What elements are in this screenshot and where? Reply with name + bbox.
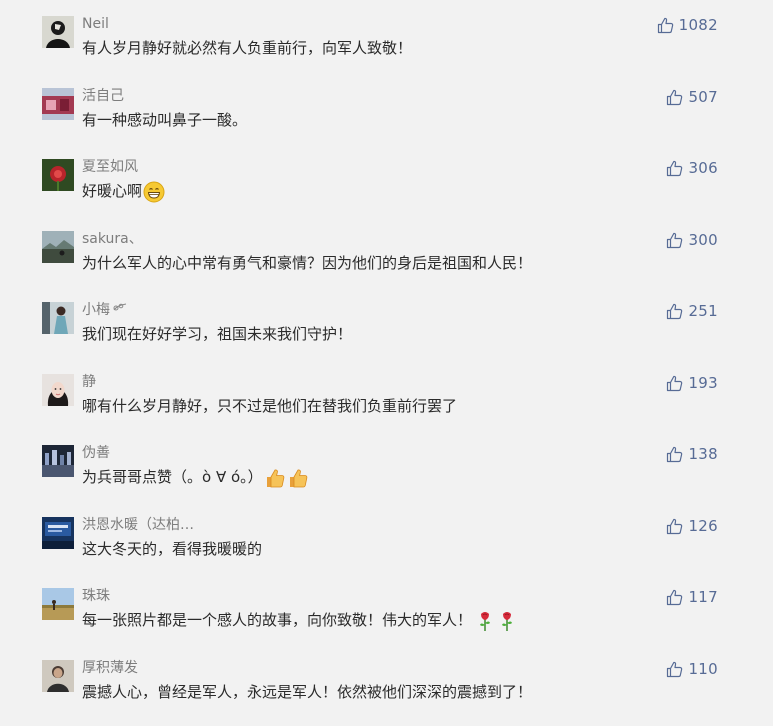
comment-text: 这大冬天的，看得我暖暖的 bbox=[82, 538, 262, 560]
comment-item: 静 哪有什么岁月静好，只不过是他们在替我们负重前行罢了 193 bbox=[0, 368, 773, 440]
like-count: 507 bbox=[688, 88, 718, 106]
comment-text-body: 有一种感动叫鼻子一酸。 bbox=[82, 111, 248, 129]
like-count: 251 bbox=[688, 302, 718, 320]
comment-item: 珠珠 每一张照片都是一个感人的故事，向你致敬！伟大的军人！ 117 bbox=[0, 582, 773, 654]
avatar[interactable] bbox=[42, 231, 74, 263]
comment-text-body: 有人岁月静好就必然有人负重前行，向军人致敬！ bbox=[82, 39, 413, 57]
avatar[interactable] bbox=[42, 302, 74, 334]
comment-text: 哪有什么岁月静好，只不过是他们在替我们负重前行罢了 bbox=[82, 395, 457, 417]
comment-item: 活自己 有一种感动叫鼻子一酸。 507 bbox=[0, 82, 773, 154]
thumbs-up-icon bbox=[666, 589, 683, 606]
comment-text: 每一张照片都是一个感人的故事，向你致敬！伟大的军人！ bbox=[82, 609, 516, 632]
comment-item: Neil 有人岁月静好就必然有人负重前行，向军人致敬！ 1082 bbox=[0, 10, 773, 82]
nickname[interactable]: 厚积薄发 bbox=[82, 659, 138, 677]
avatar[interactable] bbox=[42, 517, 74, 549]
avatar[interactable] bbox=[42, 88, 74, 120]
comment-text-body: 震撼人心，曾经是军人，永远是军人！依然被他们深深的震撼到了！ bbox=[82, 683, 533, 701]
avatar[interactable] bbox=[42, 16, 74, 48]
comment-text-body: 好暖心啊 bbox=[82, 182, 143, 200]
comment-text-body: 这大冬天的，看得我暖暖的 bbox=[82, 540, 263, 558]
thumbs-up-icon bbox=[666, 232, 683, 249]
like-count: 306 bbox=[688, 159, 718, 177]
comment-item: sakura、 为什么军人的心中常有勇气和豪情？因为他们的身后是祖国和人民！ 3… bbox=[0, 225, 773, 297]
rose-emoji-icon bbox=[498, 610, 516, 632]
comment-item: 厚积薄发 震撼人心，曾经是军人，永远是军人！依然被他们深深的震撼到了！ 110 bbox=[0, 654, 773, 726]
comment-text: 有人岁月静好就必然有人负重前行，向军人致敬！ bbox=[82, 37, 412, 59]
like-count: 300 bbox=[688, 231, 718, 249]
thumbs-up-icon bbox=[666, 518, 683, 535]
avatar[interactable] bbox=[42, 374, 74, 406]
like-button[interactable]: 300 bbox=[666, 230, 718, 250]
like-count: 110 bbox=[688, 660, 718, 678]
like-button[interactable]: 126 bbox=[666, 516, 718, 536]
thumbs-up-icon bbox=[666, 303, 683, 320]
like-button[interactable]: 193 bbox=[666, 373, 718, 393]
like-count: 193 bbox=[688, 374, 718, 392]
thumbs-up-icon bbox=[666, 375, 683, 392]
comment-text-body: 为什么军人的心中常有勇气和豪情？因为他们的身后是祖国和人民！ bbox=[82, 254, 533, 272]
nickname[interactable]: 夏至如风 bbox=[82, 158, 138, 176]
comment-text-body: 哪有什么岁月静好，只不过是他们在替我们负重前行罢了 bbox=[82, 397, 458, 415]
like-button[interactable]: 110 bbox=[666, 659, 718, 679]
comment-text: 有一种感动叫鼻子一酸。 bbox=[82, 109, 247, 131]
avatar[interactable] bbox=[42, 159, 74, 191]
like-button[interactable]: 306 bbox=[666, 158, 718, 178]
avatar[interactable] bbox=[42, 660, 74, 692]
thumbs-up-emoji-icon bbox=[264, 467, 286, 489]
comment-text: 震撼人心，曾经是军人，永远是军人！依然被他们深深的震撼到了！ bbox=[82, 681, 532, 703]
comment-text-body: 为兵哥哥点赞（。ò ∀ ó。） bbox=[82, 468, 263, 486]
avatar[interactable] bbox=[42, 588, 74, 620]
comment-text: 为什么军人的心中常有勇气和豪情？因为他们的身后是祖国和人民！ bbox=[82, 252, 532, 274]
thumbs-up-icon bbox=[657, 17, 674, 34]
comment-text: 为兵哥哥点赞（。ò ∀ ó。） bbox=[82, 466, 309, 489]
thumbs-up-icon bbox=[666, 160, 683, 177]
nickname-text: 小梅 bbox=[82, 302, 110, 318]
nickname[interactable]: sakura、 bbox=[82, 230, 143, 248]
nickname[interactable]: 洪恩水暖（达柏… bbox=[82, 516, 194, 534]
thumbs-up-icon bbox=[666, 446, 683, 463]
nickname[interactable]: 活自己 bbox=[82, 87, 124, 105]
flower-icon bbox=[112, 301, 128, 319]
comment-text-body: 我们现在好好学习，祖国未来我们守护！ bbox=[82, 325, 353, 343]
comment-text: 我们现在好好学习，祖国未来我们守护！ bbox=[82, 323, 352, 345]
thumbs-up-icon bbox=[666, 89, 683, 106]
thumbs-up-icon bbox=[666, 661, 683, 678]
like-button[interactable]: 251 bbox=[666, 301, 718, 321]
nickname[interactable]: 珠珠 bbox=[82, 587, 110, 605]
like-count: 117 bbox=[688, 588, 718, 606]
nickname[interactable]: 静 bbox=[82, 373, 96, 391]
comment-item: 小梅 我们现在好好学习，祖国未来我们守护！ 251 bbox=[0, 296, 773, 368]
like-button[interactable]: 117 bbox=[666, 587, 718, 607]
nickname[interactable]: Neil bbox=[82, 15, 109, 33]
like-count: 138 bbox=[688, 445, 718, 463]
thumbs-up-emoji-icon bbox=[287, 467, 309, 489]
comment-text-body: 每一张照片都是一个感人的故事，向你致敬！伟大的军人！ bbox=[82, 611, 473, 629]
avatar[interactable] bbox=[42, 445, 74, 477]
comment-item: 洪恩水暖（达柏… 这大冬天的，看得我暖暖的 126 bbox=[0, 511, 773, 583]
like-button[interactable]: 1082 bbox=[657, 15, 718, 35]
comment-item: 伪善 为兵哥哥点赞（。ò ∀ ó。） 138 bbox=[0, 439, 773, 511]
comment-text: 好暖心啊 bbox=[82, 180, 165, 203]
grin-emoji-icon bbox=[143, 181, 165, 203]
like-button[interactable]: 507 bbox=[666, 87, 718, 107]
like-button[interactable]: 138 bbox=[666, 444, 718, 464]
rose-emoji-icon bbox=[476, 610, 494, 632]
nickname[interactable]: 小梅 bbox=[82, 301, 128, 319]
nickname[interactable]: 伪善 bbox=[82, 444, 110, 462]
comment-item: 夏至如风 好暖心啊 306 bbox=[0, 153, 773, 225]
like-count: 126 bbox=[688, 517, 718, 535]
like-count: 1082 bbox=[678, 16, 718, 34]
